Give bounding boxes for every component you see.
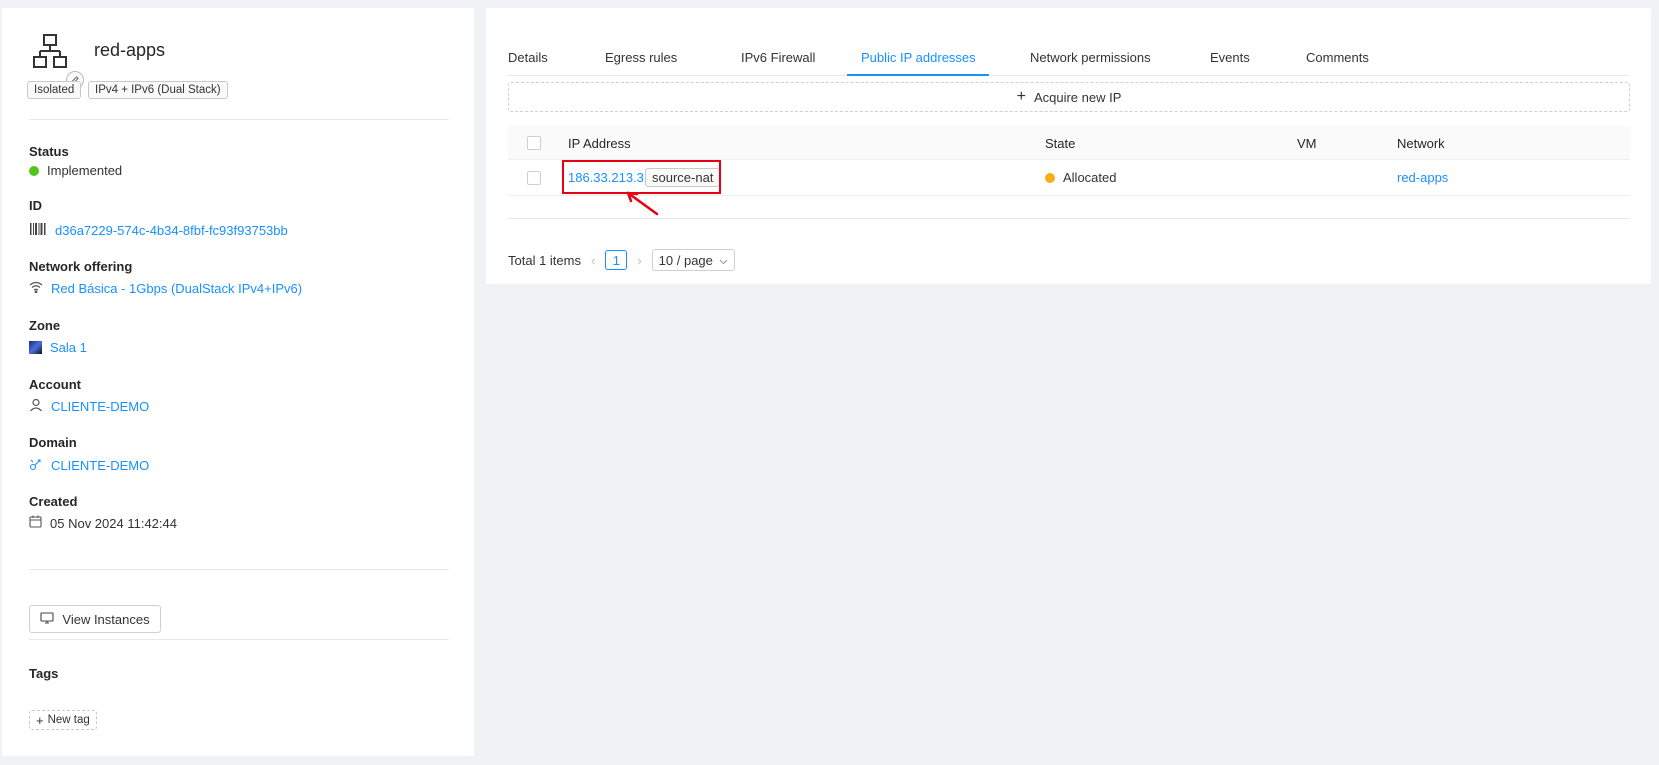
id-link[interactable]: d36a7229-574c-4b34-8fbf-fc93f93753bb <box>55 223 288 238</box>
view-instances-button[interactable]: View Instances <box>29 605 161 633</box>
tags-label: Tags <box>29 666 59 681</box>
pagination: Total 1 items ‹ 1 › 10 / page <box>508 249 735 271</box>
annotation-arrow-icon <box>624 190 660 219</box>
id-value: d36a7229-574c-4b34-8fbf-fc93f93753bb <box>29 222 288 239</box>
offering-value: Red Básica - 1Gbps (DualStack IPv4+IPv6) <box>29 281 302 296</box>
zone-label: Zone <box>29 318 61 333</box>
created-text: 05 Nov 2024 11:42:44 <box>50 515 177 531</box>
view-instances-label: View Instances <box>62 611 150 627</box>
tab-egress-rules[interactable]: Egress rules <box>605 50 677 65</box>
calendar-icon <box>29 515 42 531</box>
chevron-down-icon <box>719 253 728 268</box>
tab-network-permissions[interactable]: Network permissions <box>1030 50 1151 65</box>
col-ip-address[interactable]: IP Address <box>568 136 631 151</box>
prev-page-icon[interactable]: ‹ <box>591 253 595 268</box>
state-cell: Allocated <box>1045 170 1116 185</box>
tab-bar: Details Egress rules IPv6 Firewall Publi… <box>508 36 1628 76</box>
tab-ipv6-firewall[interactable]: IPv6 Firewall <box>741 50 815 65</box>
page-size-select[interactable]: 10 / page <box>651 249 735 271</box>
status-dot-icon <box>29 165 39 176</box>
created-label: Created <box>29 494 78 509</box>
acquire-label: Acquire new IP <box>1033 89 1122 105</box>
account-link[interactable]: CLIENTE-DEMO <box>51 399 149 414</box>
next-page-icon[interactable]: › <box>637 253 641 268</box>
table-header: IP Address State VM Network <box>508 126 1630 160</box>
account-label: Account <box>29 377 81 392</box>
user-icon <box>29 398 43 415</box>
new-tag-label: New tag <box>47 714 90 726</box>
wifi-icon <box>29 281 43 296</box>
zone-value: Sala 1 <box>29 340 87 355</box>
domain-value: CLIENTE-DEMO <box>29 457 149 474</box>
plus-icon: + <box>36 712 44 728</box>
network-icon <box>32 33 68 69</box>
status-label: Status <box>29 144 69 159</box>
col-network[interactable]: Network <box>1397 136 1445 151</box>
barcode-icon <box>29 222 47 239</box>
created-value: 05 Nov 2024 11:42:44 <box>29 515 177 531</box>
network-title: red-apps <box>94 40 166 60</box>
select-all-checkbox[interactable] <box>527 136 541 150</box>
status-text: Implemented <box>47 163 123 178</box>
offering-label: Network offering <box>29 259 133 274</box>
page-size-value: 10 / page <box>658 252 713 268</box>
network-info-panel: red-apps Isolated IPv4 + IPv6 (Dual Stac… <box>2 8 474 756</box>
zone-image-icon <box>29 341 42 354</box>
plus-icon: + <box>1016 88 1026 105</box>
zone-link[interactable]: Sala 1 <box>50 340 87 355</box>
desktop-icon <box>40 611 54 627</box>
id-label: ID <box>29 198 42 213</box>
col-state[interactable]: State <box>1045 136 1075 151</box>
domain-link[interactable]: CLIENTE-DEMO <box>51 458 149 473</box>
status-value: Implemented <box>29 163 122 178</box>
tab-details[interactable]: Details <box>508 50 548 65</box>
network-tabs-panel: Details Egress rules IPv6 Firewall Publi… <box>486 8 1651 284</box>
row-checkbox[interactable] <box>527 171 541 185</box>
tab-public-ip-addresses[interactable]: Public IP addresses <box>861 50 976 65</box>
state-dot-icon <box>1045 172 1055 183</box>
state-text: Allocated <box>1063 170 1117 185</box>
domain-label: Domain <box>29 435 77 450</box>
total-items: Total 1 items <box>508 252 581 268</box>
active-tab-indicator <box>847 74 989 76</box>
account-value: CLIENTE-DEMO <box>29 398 149 415</box>
network-link[interactable]: red-apps <box>1397 170 1448 185</box>
tag-dual-stack: IPv4 + IPv6 (Dual Stack) <box>88 81 228 99</box>
acquire-new-ip-button[interactable]: + Acquire new IP <box>508 82 1630 112</box>
tag-isolated: Isolated <box>27 81 82 99</box>
tab-comments[interactable]: Comments <box>1306 50 1369 65</box>
offering-link[interactable]: Red Básica - 1Gbps (DualStack IPv4+IPv6) <box>51 281 302 296</box>
new-tag-button[interactable]: + New tag <box>29 710 97 730</box>
tab-events[interactable]: Events <box>1210 50 1250 65</box>
page-1-button[interactable]: 1 <box>605 250 628 270</box>
highlight-box <box>562 160 721 194</box>
col-vm[interactable]: VM <box>1297 136 1317 151</box>
domain-icon <box>29 457 43 474</box>
